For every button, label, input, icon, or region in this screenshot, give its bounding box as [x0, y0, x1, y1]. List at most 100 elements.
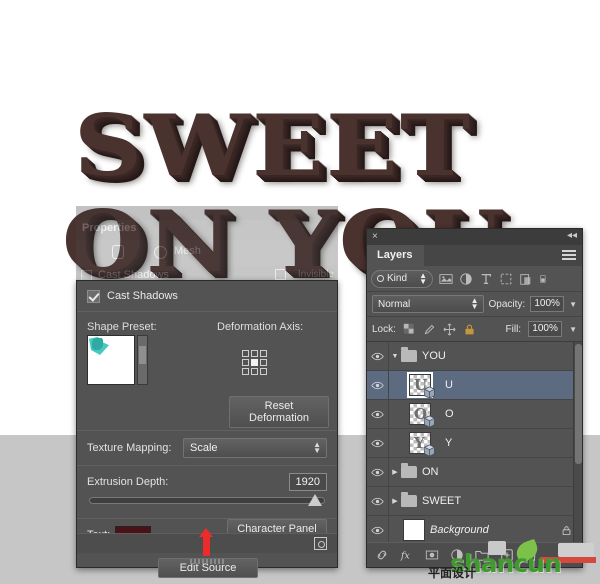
deform-axis-cell-bc[interactable] [251, 368, 258, 375]
texture-mapping-row[interactable]: Texture Mapping: Scale ▲ ▼ [77, 431, 337, 465]
chevron-right-icon[interactable]: ▶ [389, 497, 401, 505]
adjustment-layer-icon[interactable] [450, 548, 464, 562]
panel-resize-grip[interactable] [190, 559, 224, 564]
blend-mode-value: Normal [378, 298, 411, 310]
deform-axis-cell-center[interactable] [251, 359, 258, 366]
deform-axis-cell-tc[interactable] [251, 350, 258, 357]
eye-icon [371, 526, 384, 534]
delete-layer-icon[interactable] [525, 548, 539, 562]
layer-style-fx-icon[interactable]: fx [400, 548, 414, 562]
table-row[interactable]: ▶ SWEET [367, 487, 582, 516]
render-settings-icon[interactable] [314, 537, 327, 550]
texture-mapping-label: Texture Mapping: [87, 442, 172, 454]
layers-list: ▼ YOU U U O O Y Y ▶ ON ▶ SWEET Backgroun… [367, 342, 582, 545]
cast-shadows-checkbox[interactable] [87, 289, 100, 303]
collapse-panel-icon[interactable]: ◂◂ [567, 230, 577, 241]
layers-panel-tabrow: Layers [367, 245, 582, 266]
close-icon[interactable]: × [372, 231, 378, 242]
table-row[interactable]: Background [367, 516, 582, 545]
deformation-axis-label: Deformation Axis: [217, 321, 304, 333]
chevron-right-icon[interactable]: ▶ [389, 468, 401, 476]
reset-deformation-button[interactable]: Reset Deformation [229, 396, 329, 428]
layer-visibility-toggle[interactable] [367, 458, 389, 486]
pixel-filter-icon[interactable] [439, 272, 453, 286]
folder-icon [401, 347, 417, 362]
layers-panel-titlebar: × ◂◂ [367, 229, 582, 245]
lock-position-move-icon[interactable] [443, 322, 456, 336]
table-row[interactable]: ▶ ON [367, 458, 582, 487]
type-filter-icon[interactable] [479, 272, 493, 286]
panel-menu-icon[interactable] [562, 250, 576, 260]
fill-input[interactable]: 100% [528, 321, 563, 337]
cast-shadows-row[interactable]: Cast Shadows [77, 281, 337, 311]
layer-visibility-toggle[interactable] [367, 516, 389, 544]
layer-visibility-toggle[interactable] [367, 342, 389, 370]
shape-preset-row[interactable] [77, 335, 337, 385]
extrusion-depth-slider-knob[interactable] [308, 494, 322, 506]
eye-icon [371, 410, 384, 418]
layers-scrollbar-thumb[interactable] [575, 344, 582, 464]
3d-layer-icon [423, 444, 436, 457]
link-layers-icon[interactable] [375, 548, 389, 562]
opacity-dropdown-icon[interactable]: ▼ [569, 300, 577, 309]
filter-kind-select[interactable]: Kind ▲ ▼ [371, 269, 433, 288]
shape-preset-scroll-thumb[interactable] [139, 346, 146, 364]
blend-mode-select[interactable]: Normal ▲ ▼ [372, 295, 484, 313]
table-row[interactable]: ▼ YOU [367, 342, 582, 371]
table-row[interactable]: U U [367, 371, 582, 400]
deform-axis-cell-mr[interactable] [260, 359, 267, 366]
lock-all-icon[interactable] [463, 323, 476, 336]
new-layer-icon[interactable] [500, 548, 514, 562]
texture-mapping-value: Scale [190, 442, 218, 454]
deform-axis-cell-ml[interactable] [242, 359, 249, 366]
smartobject-filter-icon[interactable] [519, 272, 533, 286]
layer-thumbnail[interactable]: Y [409, 432, 436, 457]
deform-axis-cell-br[interactable] [260, 368, 267, 375]
shape-deform-labels: Shape Preset: Deformation Axis: [77, 312, 337, 335]
shape-preset-thumbnail[interactable] [87, 335, 135, 385]
properties-panel-footer [77, 533, 337, 553]
lock-transparency-icon[interactable] [403, 323, 416, 336]
lock-image-brush-icon[interactable] [423, 323, 436, 336]
tab-layers[interactable]: Layers [367, 245, 425, 266]
svg-text:fx: fx [400, 551, 410, 562]
table-row[interactable]: Y Y [367, 429, 582, 458]
layer-name: O [445, 408, 454, 420]
chevron-updown-icon: ▲ ▼ [470, 296, 479, 311]
artwork-text-sweet: SWEET [74, 96, 473, 195]
shape-filter-icon[interactable] [499, 272, 513, 286]
3d-layer-icon [423, 415, 436, 428]
extrusion-depth-input[interactable]: 1920 [288, 473, 327, 491]
layer-visibility-toggle[interactable] [367, 429, 389, 457]
folder-icon [401, 492, 417, 507]
fill-dropdown-icon[interactable]: ▼ [569, 325, 577, 334]
folder-icon [401, 463, 417, 478]
add-mask-icon[interactable] [425, 548, 439, 562]
opacity-input[interactable]: 100% [530, 296, 565, 312]
adjustment-filter-icon[interactable] [459, 272, 473, 286]
shape-preset-scrollbar[interactable] [137, 335, 148, 385]
lock-label: Lock: [372, 323, 396, 335]
layer-thumbnail[interactable]: O [409, 403, 436, 428]
new-group-icon[interactable] [475, 548, 489, 562]
layer-visibility-toggle[interactable] [367, 400, 389, 428]
deform-axis-cell-bl[interactable] [242, 368, 249, 375]
layer-thumbnail[interactable]: U [407, 372, 436, 399]
chevron-down-icon[interactable]: ▼ [389, 353, 401, 360]
table-row[interactable]: O O [367, 400, 582, 429]
layer-name: ON [422, 466, 439, 478]
deform-axis-cell-tr[interactable] [260, 350, 267, 357]
layers-filter-row: Kind ▲ ▼ [367, 266, 582, 292]
deformation-axis-grid[interactable] [242, 350, 267, 375]
fill-label: Fill: [505, 323, 522, 335]
deform-axis-cell-tl[interactable] [242, 350, 249, 357]
layer-visibility-toggle[interactable] [367, 371, 389, 399]
extrusion-depth-slider[interactable] [89, 494, 325, 506]
layers-scrollbar[interactable] [573, 342, 582, 545]
layer-visibility-toggle[interactable] [367, 487, 389, 515]
lock-fill-row: Lock: Fill: 100% ▼ [367, 317, 582, 342]
texture-mapping-select[interactable]: Scale ▲ ▼ [183, 438, 327, 458]
layer-thumbnail[interactable] [403, 519, 425, 541]
extrusion-depth-row[interactable]: Extrusion Depth: 1920 [77, 466, 337, 493]
toggle-filter-icon[interactable] [539, 272, 548, 286]
